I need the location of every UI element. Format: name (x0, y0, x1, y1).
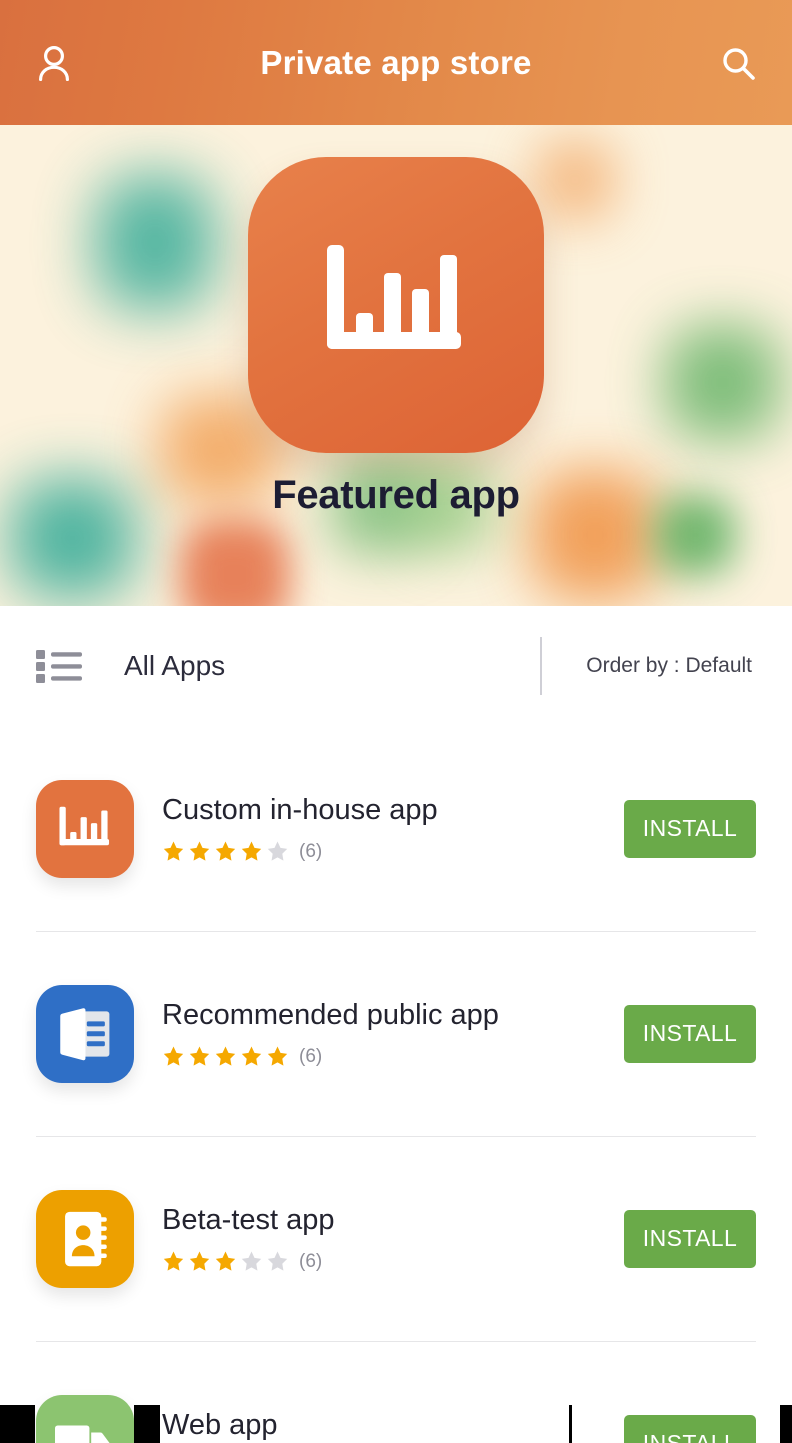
star-icon (214, 1250, 240, 1273)
app-name: Web app (162, 1409, 624, 1441)
rating: (6) (162, 840, 624, 863)
bottom-overlay-bar (134, 1405, 160, 1443)
bottom-overlay-bar (569, 1405, 572, 1443)
bar-chart-icon (323, 241, 469, 369)
banner-blob (665, 325, 780, 440)
app-name: Beta-test app (162, 1204, 624, 1236)
search-icon[interactable] (718, 43, 758, 83)
app-icon[interactable] (36, 985, 134, 1083)
order-by-control[interactable]: Order by : Default (540, 637, 756, 695)
banner-blob (180, 520, 290, 606)
order-by-label[interactable]: Order by : Default (586, 654, 756, 678)
delivery-truck-icon (55, 1420, 115, 1443)
star-icon (266, 1250, 292, 1273)
app-icon[interactable] (36, 1190, 134, 1288)
all-apps-label[interactable]: All Apps (124, 650, 225, 682)
review-count: (6) (299, 1046, 322, 1068)
star-icon (240, 1045, 266, 1068)
featured-app-icon[interactable] (248, 157, 544, 453)
app-meta: Beta-test app (6) (162, 1204, 624, 1273)
document-icon (56, 1006, 114, 1062)
star-icon (162, 1250, 188, 1273)
app-list: Custom in-house app(6)INSTALLRecommended… (0, 726, 792, 1443)
app-list-item[interactable]: Custom in-house app (6) INSTALL (0, 726, 792, 931)
page-title: Private app store (0, 0, 792, 125)
bottom-overlay-bar (0, 1405, 35, 1443)
bar-chart-icon (58, 805, 112, 853)
star-icon (188, 840, 214, 863)
app-meta: Custom in-house app (6) (162, 794, 624, 863)
star-icon (266, 840, 292, 863)
star-icon (162, 840, 188, 863)
star-icon (214, 840, 240, 863)
list-icon[interactable] (36, 649, 82, 683)
toolbar-divider (540, 637, 542, 695)
app-list-item[interactable]: Recommended public app (6) INSTALL (0, 931, 792, 1136)
app-list-item[interactable]: Web app(6)INSTALL (0, 1341, 792, 1443)
banner-blob (95, 175, 215, 310)
install-button[interactable]: INSTALL (624, 1415, 756, 1443)
app-icon[interactable] (36, 1395, 134, 1443)
app-list-item[interactable]: Beta-test app (6) INSTALL (0, 1136, 792, 1341)
bottom-overlay-bar (780, 1405, 792, 1443)
rating: (6) (162, 1250, 624, 1273)
contacts-book-icon (59, 1210, 111, 1268)
star-icon (214, 1045, 240, 1068)
featured-banner: Featured app (0, 125, 792, 606)
review-count: (6) (299, 841, 322, 863)
rating: (6) (162, 1045, 624, 1068)
star-icon (188, 1250, 214, 1273)
star-icon (240, 840, 266, 863)
app-name: Recommended public app (162, 999, 624, 1031)
banner-blob (535, 140, 615, 220)
profile-icon[interactable] (34, 43, 74, 83)
app-header: Private app store (0, 0, 792, 125)
star-icon (266, 1045, 292, 1068)
featured-app-title: Featured app (0, 473, 792, 518)
install-button[interactable]: INSTALL (624, 800, 756, 858)
app-meta: Web app(6) (162, 1409, 624, 1443)
review-count: (6) (299, 1251, 322, 1273)
app-meta: Recommended public app (6) (162, 999, 624, 1068)
star-icon (240, 1250, 266, 1273)
install-button[interactable]: INSTALL (624, 1005, 756, 1063)
star-icon (188, 1045, 214, 1068)
install-button[interactable]: INSTALL (624, 1210, 756, 1268)
app-icon[interactable] (36, 780, 134, 878)
app-name: Custom in-house app (162, 794, 624, 826)
app-store-screen: Private app store Featured app (0, 0, 792, 1443)
star-icon (162, 1045, 188, 1068)
list-toolbar: All Apps Order by : Default (0, 606, 792, 726)
